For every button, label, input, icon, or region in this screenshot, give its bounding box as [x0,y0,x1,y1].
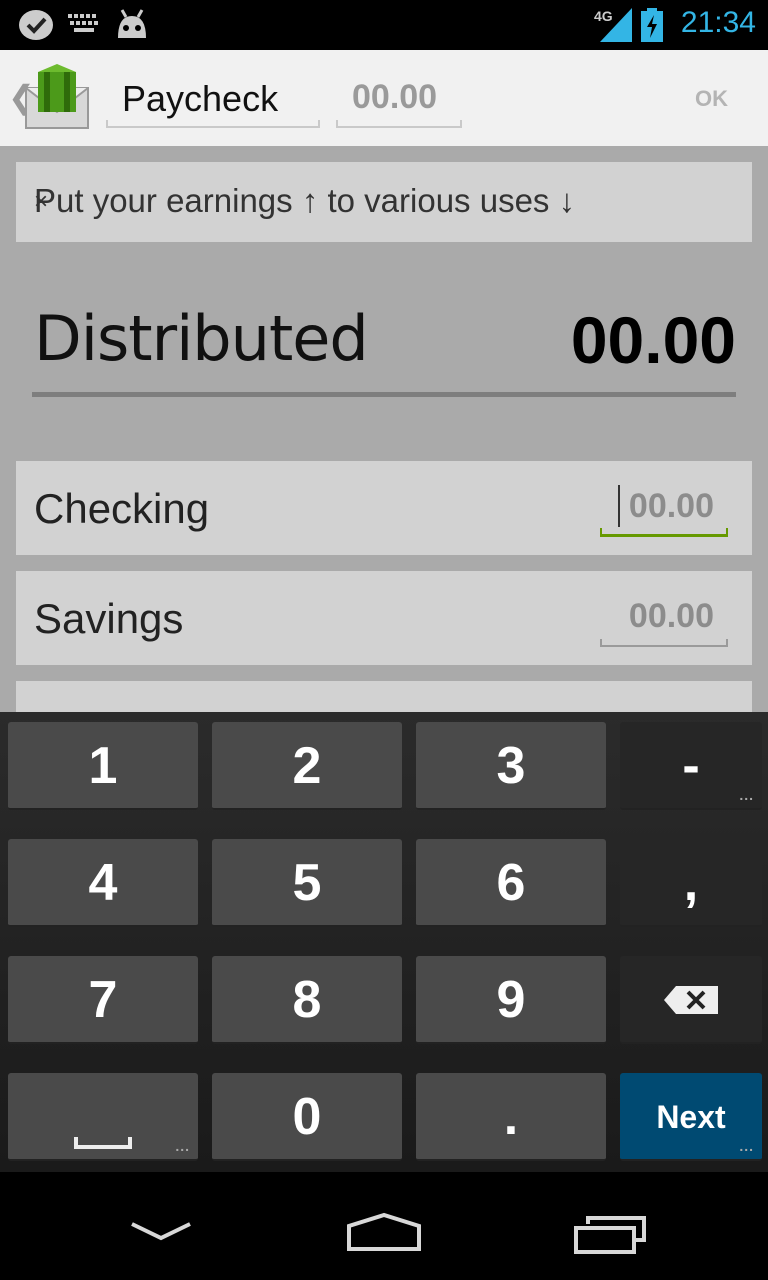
key-8[interactable]: 8 [212,956,402,1044]
backspace-icon [664,986,718,1014]
space-key[interactable]: ... [8,1073,198,1161]
keyboard-icon [68,14,98,32]
amount-placeholder: 00.00 [628,487,714,525]
amount-field[interactable]: 00.00 [336,70,462,128]
key-3[interactable]: 3 [416,722,606,810]
title-field[interactable]: Paycheck [106,70,320,128]
checking-amount-input[interactable]: 00.00 [600,479,728,537]
divider [32,392,736,397]
back-chevron-down-icon[interactable] [130,1222,192,1242]
more-keys-indicator: ... [175,1138,190,1154]
key-6[interactable]: 6 [416,839,606,927]
savings-amount-input[interactable]: 00.00 [600,589,728,647]
key-comma[interactable]: , [620,839,762,927]
signal-icon [600,8,632,42]
key-period[interactable]: . [416,1073,606,1161]
text-cursor [618,485,620,527]
key-9[interactable]: 9 [416,956,606,1044]
account-name: Savings [34,595,184,642]
amount-placeholder: 00.00 [628,597,714,635]
account-row-partial[interactable] [16,681,752,712]
clock: 21:34 [680,6,756,39]
battery-charging-icon [641,8,663,42]
distributed-label: Distributed [34,302,369,375]
key-minus[interactable]: - ... [620,722,762,810]
backspace-key[interactable] [620,956,762,1044]
key-minus-label: - [682,737,700,795]
recent-apps-icon[interactable] [574,1216,646,1256]
account-name: Checking [34,485,210,532]
close-hint-button[interactable]: × [34,188,736,216]
next-button[interactable]: Next ... [620,1073,762,1161]
navigation-bar [0,1172,768,1280]
key-7[interactable]: 7 [8,956,198,1044]
main-content: Put your earnings ↑ to various uses ↓ × … [0,146,768,712]
android-icon [118,9,146,38]
key-2[interactable]: 2 [212,722,402,810]
next-label: Next [656,1099,726,1135]
hint-banner: Put your earnings ↑ to various uses ↓ × [16,162,752,242]
notification-check-icon [19,10,53,40]
home-icon[interactable] [346,1212,422,1252]
more-keys-indicator: ... [739,1138,754,1154]
numeric-keyboard: 1 2 3 - ... 4 5 6 , 7 8 9 ... 0 . Next .… [0,712,768,1172]
ok-button[interactable]: OK [695,86,728,112]
key-4[interactable]: 4 [8,839,198,927]
title-value: Paycheck [122,78,279,119]
distributed-value: 00.00 [570,303,736,377]
more-keys-indicator: ... [739,787,754,803]
account-row-savings[interactable]: Savings 00.00 [16,571,752,665]
key-0[interactable]: 0 [212,1073,402,1161]
key-5[interactable]: 5 [212,839,402,927]
action-bar: ❮ Paycheck 00.00 OK [0,50,768,146]
status-bar: 4G 21:34 [0,0,768,50]
space-bar-icon [74,1137,132,1149]
account-row-checking[interactable]: Checking 00.00 [16,461,752,555]
envelope-money-icon[interactable] [24,64,90,130]
amount-placeholder: 00.00 [352,78,438,116]
key-1[interactable]: 1 [8,722,198,810]
